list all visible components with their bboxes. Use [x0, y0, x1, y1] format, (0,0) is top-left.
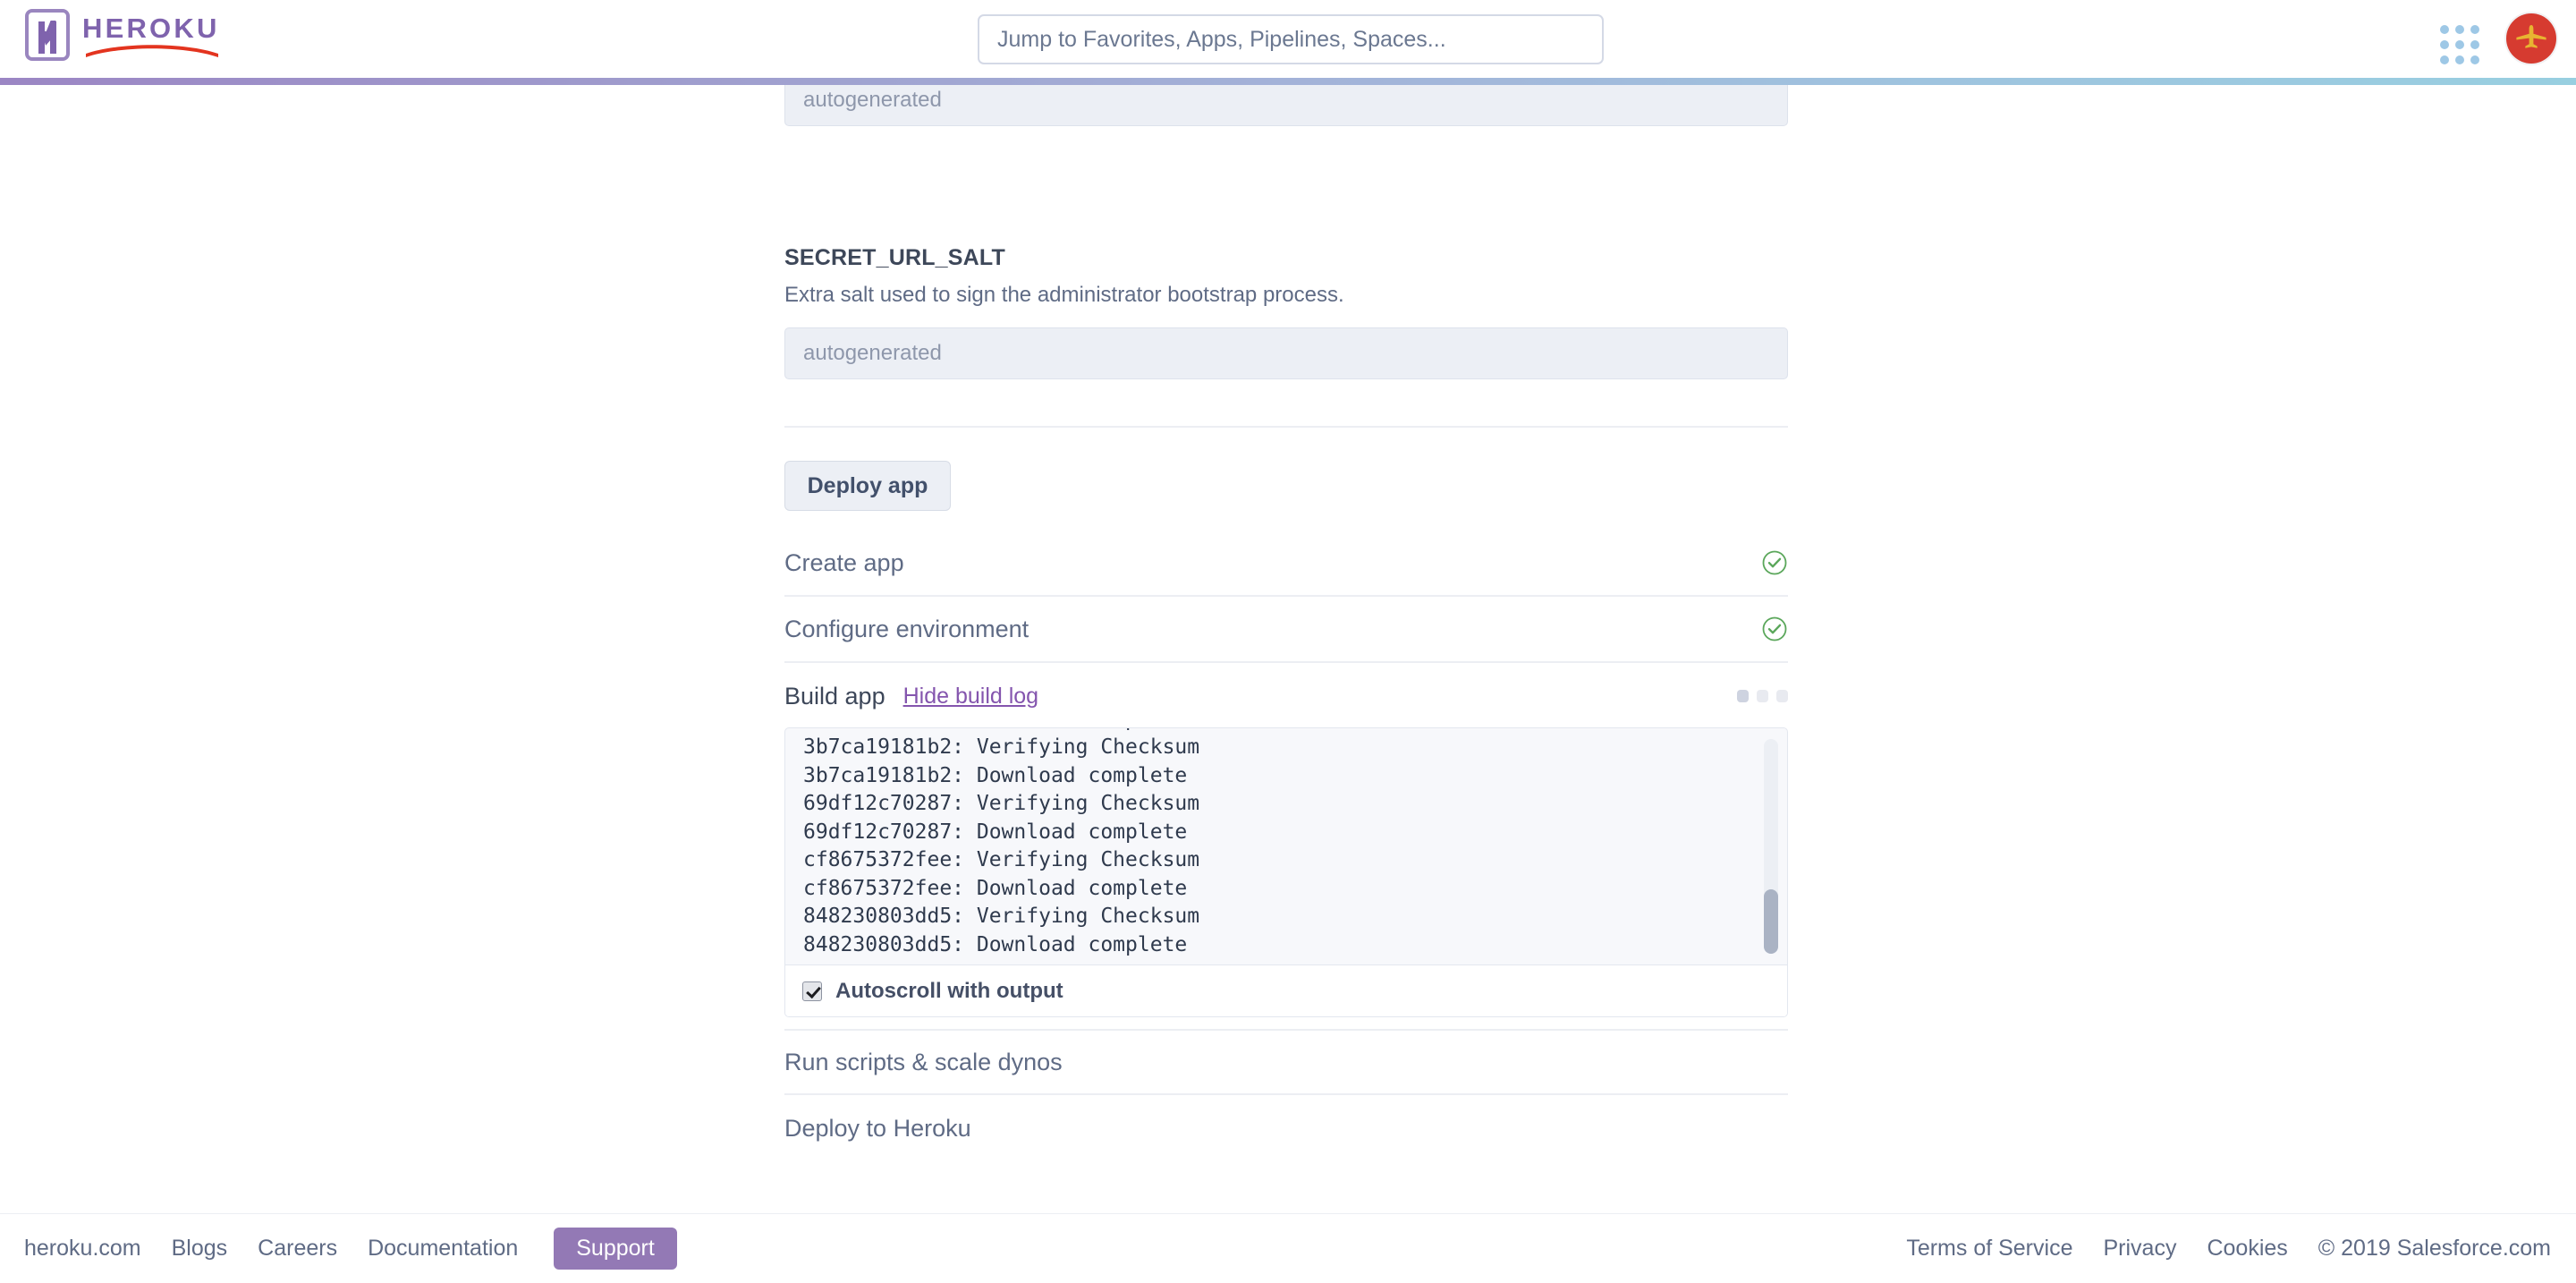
footer-link-documentation[interactable]: Documentation: [368, 1236, 518, 1262]
step-run-scripts-label: Run scripts & scale dynos: [784, 1048, 1063, 1075]
secret-url-salt-label: SECRET_URL_SALT: [784, 245, 1006, 270]
secret-url-salt-input[interactable]: [784, 327, 1788, 379]
airplane-avatar-icon: [2516, 25, 2546, 48]
app-header: HEROKU: [0, 0, 2576, 78]
build-log-line: 848230803dd5: Verifying Checksum: [803, 905, 1200, 928]
build-log-output[interactable]: c3e135d5a1d1: Download complete3b7ca1918…: [785, 728, 1787, 964]
build-log-line: 3b7ca19181b2: Verifying Checksum: [803, 735, 1200, 759]
step-create-app-label: Create app: [784, 548, 904, 576]
support-button[interactable]: Support: [554, 1228, 677, 1270]
build-log-line: cf8675372fee: Download complete: [803, 876, 1188, 900]
step-deploy-to-heroku: Deploy to Heroku: [784, 1095, 1788, 1161]
build-log-line: cf8675372fee: Verifying Checksum: [803, 848, 1200, 871]
step-configure-environment: Configure environment: [784, 597, 1788, 663]
footer-link-cookies[interactable]: Cookies: [2207, 1236, 2287, 1262]
footer-link-heroku-com[interactable]: heroku.com: [24, 1236, 141, 1262]
heroku-logo-icon: [25, 9, 70, 61]
footer-link-privacy[interactable]: Privacy: [2103, 1236, 2176, 1262]
autoscroll-row[interactable]: Autoscroll with output: [785, 964, 1787, 1016]
divider: [784, 426, 1788, 428]
search-input[interactable]: [978, 14, 1604, 64]
heroku-logo[interactable]: HEROKU: [25, 9, 220, 61]
footer-links-left: heroku.com Blogs Careers Documentation Suppo…: [24, 1228, 677, 1270]
build-log-line: 69df12c70287: Verifying Checksum: [803, 792, 1200, 815]
check-circle-icon: [1761, 616, 1788, 642]
autoscroll-label: Autoscroll with output: [835, 978, 1063, 1003]
footer-link-careers[interactable]: Careers: [258, 1236, 337, 1262]
gradient-divider: [0, 78, 2576, 85]
step-build-app-label: Build app: [784, 682, 886, 709]
loading-dots-icon: [1737, 690, 1788, 702]
step-configure-environment-label: Configure environment: [784, 615, 1030, 642]
secret-url-salt-description: Extra salt used to sign the administrato…: [784, 283, 1344, 307]
check-circle-icon: [1761, 549, 1788, 576]
build-log-line: 3b7ca19181b2: Download complete: [803, 763, 1188, 787]
page-footer: heroku.com Blogs Careers Documentation Suppo…: [0, 1213, 2576, 1283]
build-log-line: 69df12c70287: Download complete: [803, 820, 1188, 844]
app-grid-icon[interactable]: [2440, 25, 2479, 64]
step-build-app: Build app Hide build log: [784, 663, 1788, 729]
build-log-line: 848230803dd5: Download complete: [803, 932, 1188, 956]
heroku-wordmark: HEROKU: [82, 13, 220, 44]
build-log-panel: c3e135d5a1d1: Download complete3b7ca1918…: [784, 727, 1788, 1017]
step-deploy-to-heroku-label: Deploy to Heroku: [784, 1114, 971, 1142]
secret-key-base-field: [784, 85, 1788, 126]
autoscroll-checkbox[interactable]: [802, 981, 822, 1001]
avatar[interactable]: [2506, 13, 2556, 64]
deploy-app-button[interactable]: Deploy app: [784, 461, 951, 511]
build-log-scrollbar-thumb[interactable]: [1764, 889, 1778, 954]
hide-build-log-link[interactable]: Hide build log: [903, 684, 1039, 709]
step-create-app: Create app: [784, 531, 1788, 597]
step-run-scripts: Run scripts & scale dynos: [784, 1029, 1788, 1095]
build-log-scrollbar[interactable]: [1764, 739, 1778, 954]
heroku-swoosh-icon: [84, 45, 220, 59]
main-content: SECRET_URL_SALT Extra salt used to sign …: [0, 85, 2576, 1194]
secret-key-base-input[interactable]: [784, 85, 1788, 126]
footer-link-terms-of-service[interactable]: Terms of Service: [1906, 1236, 2072, 1262]
footer-links-right: Terms of Service Privacy Cookies © 2019 Sal…: [1906, 1236, 2551, 1262]
copyright-text: © 2019 Salesforce.com: [2318, 1236, 2551, 1261]
footer-link-blogs[interactable]: Blogs: [172, 1236, 228, 1262]
